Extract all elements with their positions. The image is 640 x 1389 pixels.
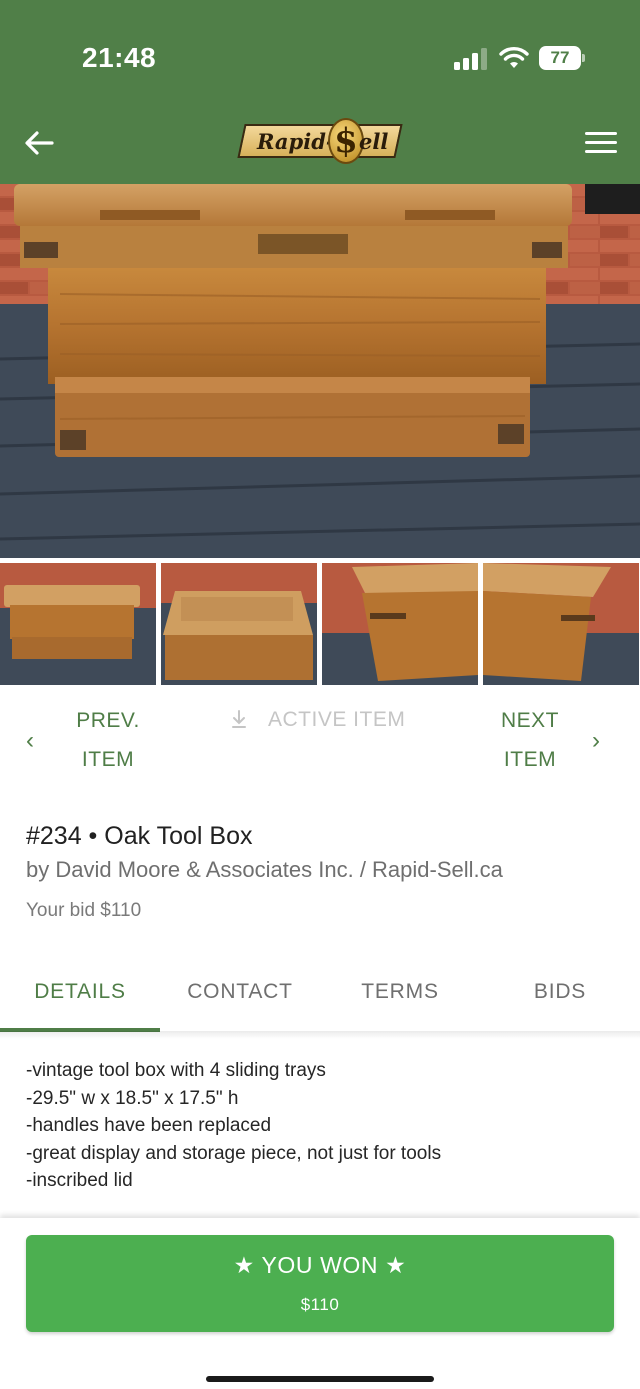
- item-description: -vintage tool box with 4 sliding trays -…: [26, 1057, 616, 1195]
- status-time: 21:48: [82, 42, 157, 73]
- next-label-line1: NEXT: [500, 709, 559, 732]
- bottom-action-bar: ★ YOU WON ★ $110: [0, 1218, 640, 1389]
- app-screen: 21:48 77 Rapid- $ ell ‹ PREV. ITEM ACTIV…: [0, 0, 640, 1389]
- hamburger-menu-icon[interactable]: [585, 132, 617, 156]
- item-seller: by David Moore & Associates Inc. / Rapid…: [26, 857, 503, 882]
- thumbnail-3[interactable]: [322, 563, 478, 685]
- description-line: -vintage tool box with 4 sliding trays: [26, 1060, 326, 1081]
- tab-terms[interactable]: TERMS: [320, 960, 480, 1032]
- description-line: -29.5" w x 18.5" x 17.5" h: [26, 1087, 239, 1109]
- wifi-icon: [499, 47, 529, 68]
- you-won-label: ★ YOU WON ★: [233, 1252, 407, 1278]
- tab-details[interactable]: DETAILS: [0, 960, 160, 1032]
- your-bid: Your bid $110: [26, 900, 142, 921]
- download-arrow-icon: [232, 710, 246, 728]
- winning-amount: $110: [300, 1295, 340, 1314]
- description-line: -great display and storage piece, not ju…: [26, 1142, 442, 1164]
- logo-text-right: ell: [359, 129, 389, 154]
- detail-tabs: DETAILS CONTACT TERMS BIDS: [0, 960, 640, 1032]
- signal-icon: [454, 48, 487, 70]
- description-line: -inscribed lid: [26, 1170, 133, 1191]
- tab-divider: [0, 1031, 640, 1039]
- prev-label-line1: PREV.: [76, 709, 140, 732]
- battery-icon: 77: [539, 46, 585, 70]
- prev-item-button[interactable]: ‹ PREV. ITEM: [24, 701, 154, 781]
- description-line: -handles have been replaced: [26, 1115, 272, 1136]
- back-arrow-icon[interactable]: [22, 126, 56, 160]
- item-navigation: ‹ PREV. ITEM ACTIVE ITEM NEXT ITEM ›: [0, 685, 640, 785]
- logo-text-left: Rapid-: [257, 129, 335, 154]
- prev-label-line2: ITEM: [81, 748, 135, 771]
- thumbnail-1[interactable]: [0, 563, 156, 685]
- tab-contact[interactable]: CONTACT: [160, 960, 320, 1032]
- next-label-line2: ITEM: [503, 748, 557, 771]
- chevron-right-icon: ›: [592, 727, 600, 754]
- tab-bids[interactable]: BIDS: [480, 960, 640, 1032]
- battery-level: 77: [539, 46, 581, 70]
- rapid-sell-logo[interactable]: Rapid- $ ell: [237, 118, 403, 164]
- next-item-button[interactable]: NEXT ITEM ›: [486, 701, 616, 781]
- thumbnail-2[interactable]: [161, 563, 317, 685]
- item-title: #234 • Oak Tool Box: [26, 822, 253, 850]
- active-item-indicator: ACTIVE ITEM: [230, 708, 405, 732]
- you-won-button[interactable]: ★ YOU WON ★ $110: [26, 1235, 614, 1332]
- home-indicator[interactable]: [206, 1376, 434, 1382]
- main-item-photo[interactable]: [0, 184, 640, 558]
- active-item-label: ACTIVE ITEM: [268, 708, 406, 731]
- chevron-left-icon: ‹: [26, 727, 34, 754]
- app-header: 21:48 77 Rapid- $ ell: [0, 0, 640, 184]
- thumbnail-4[interactable]: [483, 563, 639, 685]
- thumbnail-strip: [0, 563, 640, 685]
